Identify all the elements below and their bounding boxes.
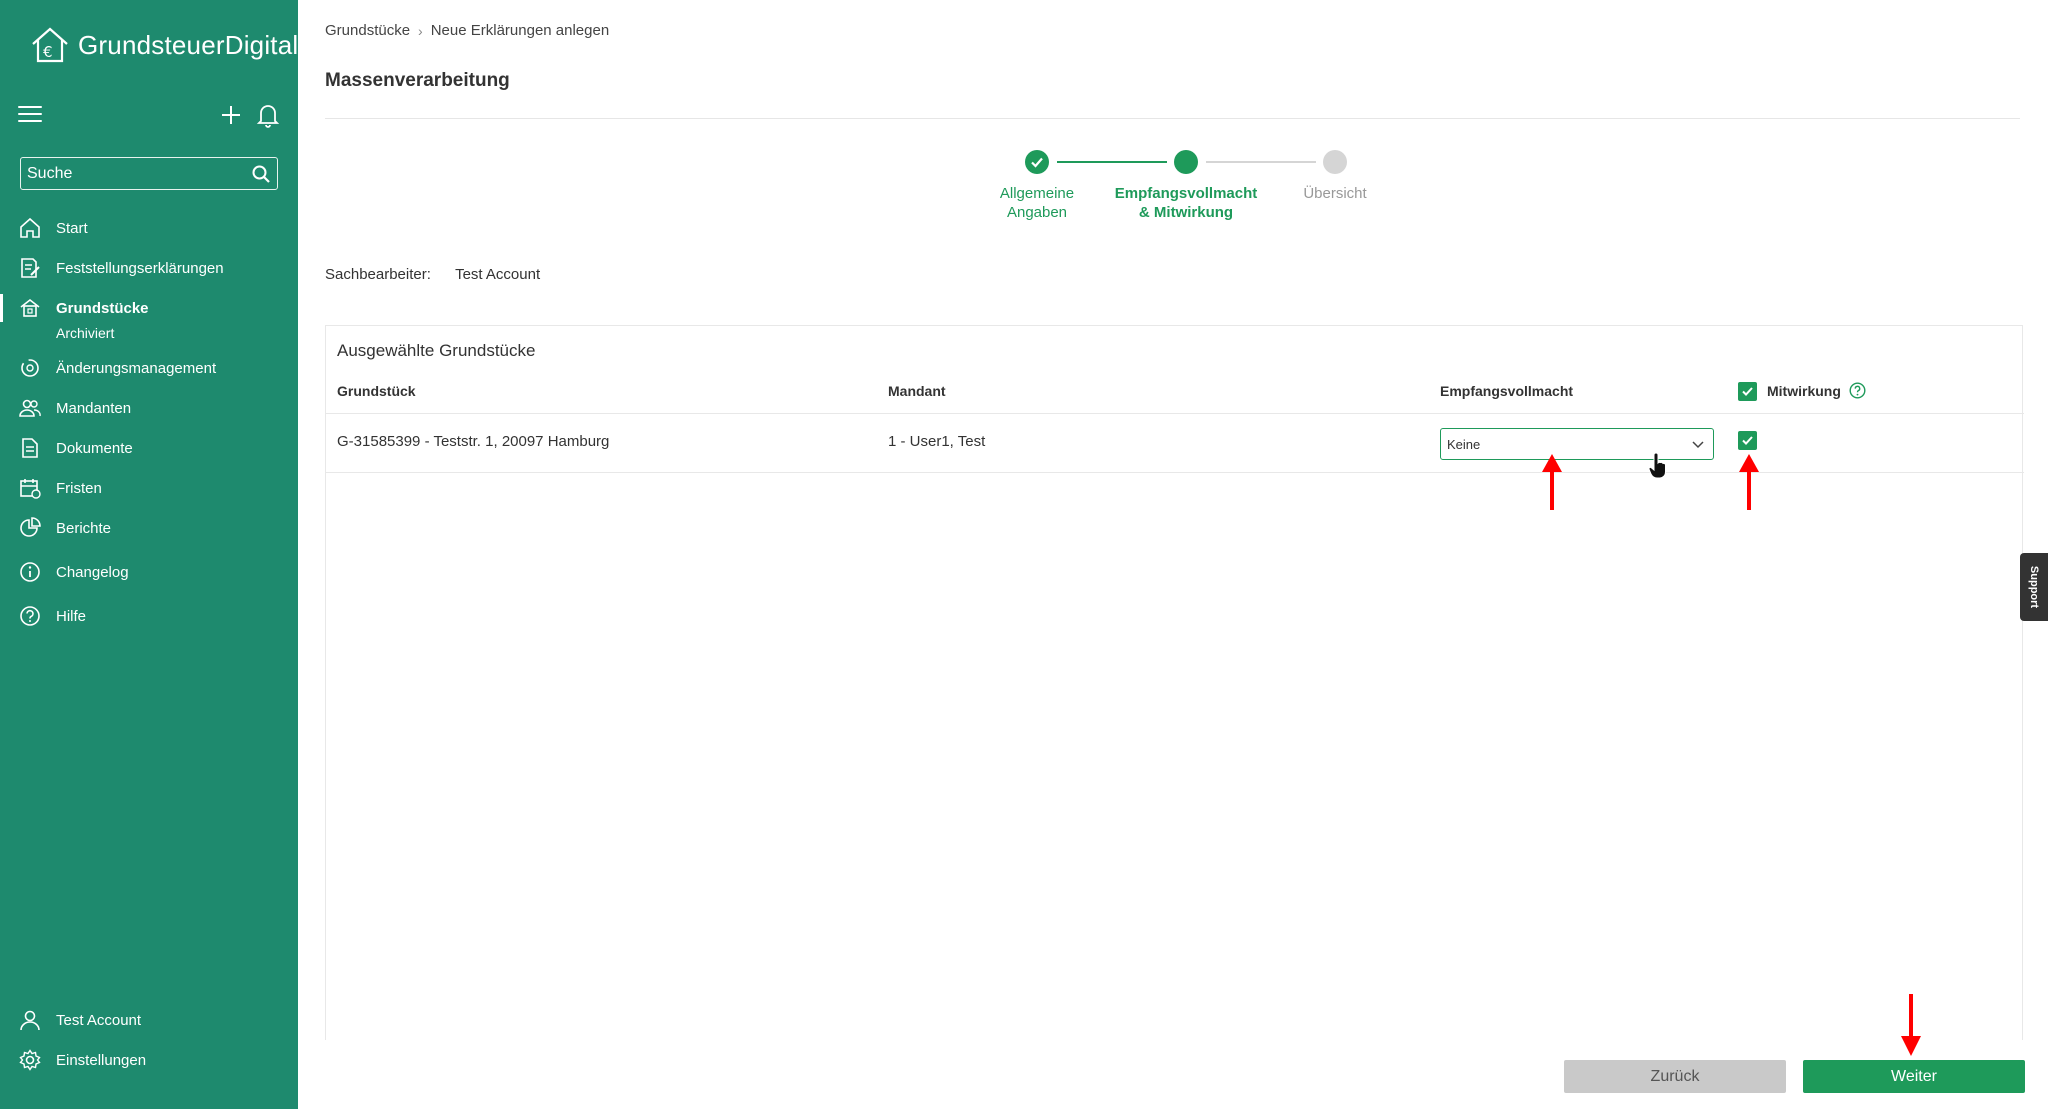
sidebar-item-label: Berichte (56, 519, 112, 537)
step-connector (1057, 161, 1167, 163)
search-box (20, 157, 278, 190)
user-icon (18, 1008, 42, 1032)
sidebar-item-grundstuecke[interactable]: Grundstücke (0, 288, 298, 328)
sidebar-item-account[interactable]: Test Account (0, 1000, 298, 1040)
empfangsvollmacht-select-value: Keine (1447, 436, 1481, 452)
sidebar-item-dokumente[interactable]: Dokumente (0, 428, 298, 468)
step-label-empfangsvollmacht: Empfangsvollmacht & Mitwirkung (1114, 185, 1258, 221)
red-arrow-up-icon (1542, 454, 1562, 510)
sidebar-item-feststellungserklaerungen[interactable]: Feststellungserklärungen (0, 248, 298, 288)
step-done-check-icon (1025, 150, 1049, 174)
column-header-mandant: Mandant (888, 383, 946, 399)
sidebar: € GrundsteuerDigital Start Feststellungs… (0, 0, 298, 1109)
chevron-down-icon (1692, 441, 1704, 449)
sidebar-bottom: Test Account Einstellungen (0, 1000, 298, 1080)
red-arrow-up-icon (1739, 454, 1759, 510)
step-label-allgemeine-angaben[interactable]: Allgemeine Angaben (957, 184, 1117, 222)
next-button[interactable]: Weiter (1803, 1060, 2025, 1093)
sidebar-item-hilfe[interactable]: Hilfe (0, 596, 298, 636)
sidebar-item-label: Changelog (56, 563, 129, 581)
sidebar-item-label: Änderungsmanagement (56, 359, 217, 377)
home-icon (18, 216, 42, 240)
info-icon (18, 560, 42, 584)
sidebar-item-mandanten[interactable]: Mandanten (0, 388, 298, 428)
document-icon (18, 436, 42, 460)
empfangsvollmacht-select[interactable]: Keine (1440, 428, 1714, 460)
support-tab-label: Support (2028, 565, 2041, 609)
main-content: Grundstücke › Neue Erklärungen anlegen M… (298, 0, 2048, 1109)
change-icon (18, 356, 42, 380)
sidebar-item-label: Feststellungserklärungen (56, 259, 224, 277)
grundstuecke-table-card: Ausgewählte Grundstücke Grundstück Manda… (325, 325, 2024, 1040)
sidebar-item-label: Hilfe (56, 607, 87, 625)
sidebar-item-fristen[interactable]: Fristen (0, 468, 298, 508)
sidebar-item-label: Fristen (56, 479, 102, 497)
sidebar-item-start[interactable]: Start (0, 208, 298, 248)
column-header-mitwirkung: Mitwirkung (1767, 383, 1841, 399)
pie-chart-icon (18, 516, 42, 540)
column-header-grundstueck: Grundstück (337, 383, 416, 399)
divider (325, 118, 2020, 119)
sachbearbeiter-value: Test Account (455, 266, 541, 283)
red-arrow-down-icon (1901, 994, 1921, 1056)
property-icon (18, 296, 42, 320)
sidebar-nav: Start Feststellungserklärungen Grundstüc… (0, 208, 298, 636)
bell-icon[interactable] (256, 102, 280, 128)
sidebar-item-berichte[interactable]: Berichte (0, 508, 298, 548)
chevron-right-icon: › (418, 22, 423, 39)
app-name: GrundsteuerDigital (78, 29, 299, 60)
stepper: Allgemeine Angaben Empfangsvollmacht & Mit… (298, 148, 2048, 228)
breadcrumb-item-grundstuecke[interactable]: Grundstücke (325, 22, 410, 39)
sidebar-item-label: Test Account (56, 1011, 142, 1029)
mitwirkung-select-all-checkbox[interactable] (1738, 382, 1757, 401)
sidebar-item-changelog[interactable]: Changelog (0, 552, 298, 592)
app-logo[interactable]: € GrundsteuerDigital (30, 26, 298, 64)
step-current-dot (1174, 150, 1198, 174)
breadcrumb-item-current: Neue Erklärungen anlegen (430, 22, 610, 39)
sachbearbeiter-label: Sachbearbeiter: (325, 266, 431, 283)
calendar-icon (18, 476, 42, 500)
sidebar-item-aenderungsmanagement[interactable]: Änderungsmanagement (0, 348, 298, 388)
cell-grundstueck: G-31585399 - Teststr. 1, 20097 Hamburg (337, 433, 610, 450)
mitwirkung-row-checkbox[interactable] (1738, 431, 1757, 450)
check-icon (1742, 436, 1753, 445)
help-icon (18, 604, 42, 628)
help-circle-icon[interactable] (1849, 382, 1866, 399)
search-icon[interactable] (251, 164, 271, 184)
table-title: Ausgewählte Grundstücke (337, 341, 536, 360)
header-divider (326, 413, 2024, 414)
breadcrumb: Grundstücke › Neue Erklärungen anlegen (325, 22, 609, 39)
back-button[interactable]: Zurück (1564, 1060, 1786, 1093)
column-header-empfangsvollmacht: Empfangsvollmacht (1440, 383, 1574, 399)
plus-icon[interactable] (219, 103, 243, 127)
sidebar-item-label: Grundstücke (56, 299, 149, 317)
step-connector (1206, 161, 1316, 163)
step-pending-dot (1323, 150, 1347, 174)
sidebar-item-label: Dokumente (56, 439, 133, 457)
sidebar-item-label: Einstellungen (56, 1051, 147, 1069)
check-icon (1742, 387, 1753, 396)
hand-cursor-icon (1648, 453, 1666, 479)
step-label-uebersicht: Übersicht (1303, 185, 1367, 202)
sidebar-item-label: Start (56, 219, 88, 237)
sachbearbeiter-row: Sachbearbeiter: Test Account (325, 266, 540, 283)
sidebar-item-label: Mandanten (56, 399, 132, 417)
svg-text:€: € (43, 43, 53, 61)
users-icon (18, 396, 42, 420)
sidebar-item-einstellungen[interactable]: Einstellungen (0, 1040, 298, 1080)
gear-icon (18, 1048, 42, 1072)
page-title: Massenverarbeitung (325, 70, 510, 91)
support-tab[interactable]: Support (2020, 553, 2048, 621)
document-edit-icon (18, 256, 42, 280)
row-divider (326, 472, 2024, 473)
logo-house-icon: € (32, 27, 68, 63)
menu-icon[interactable] (18, 106, 42, 124)
cell-mandant: 1 - User1, Test (888, 433, 986, 450)
search-input[interactable] (27, 164, 247, 183)
